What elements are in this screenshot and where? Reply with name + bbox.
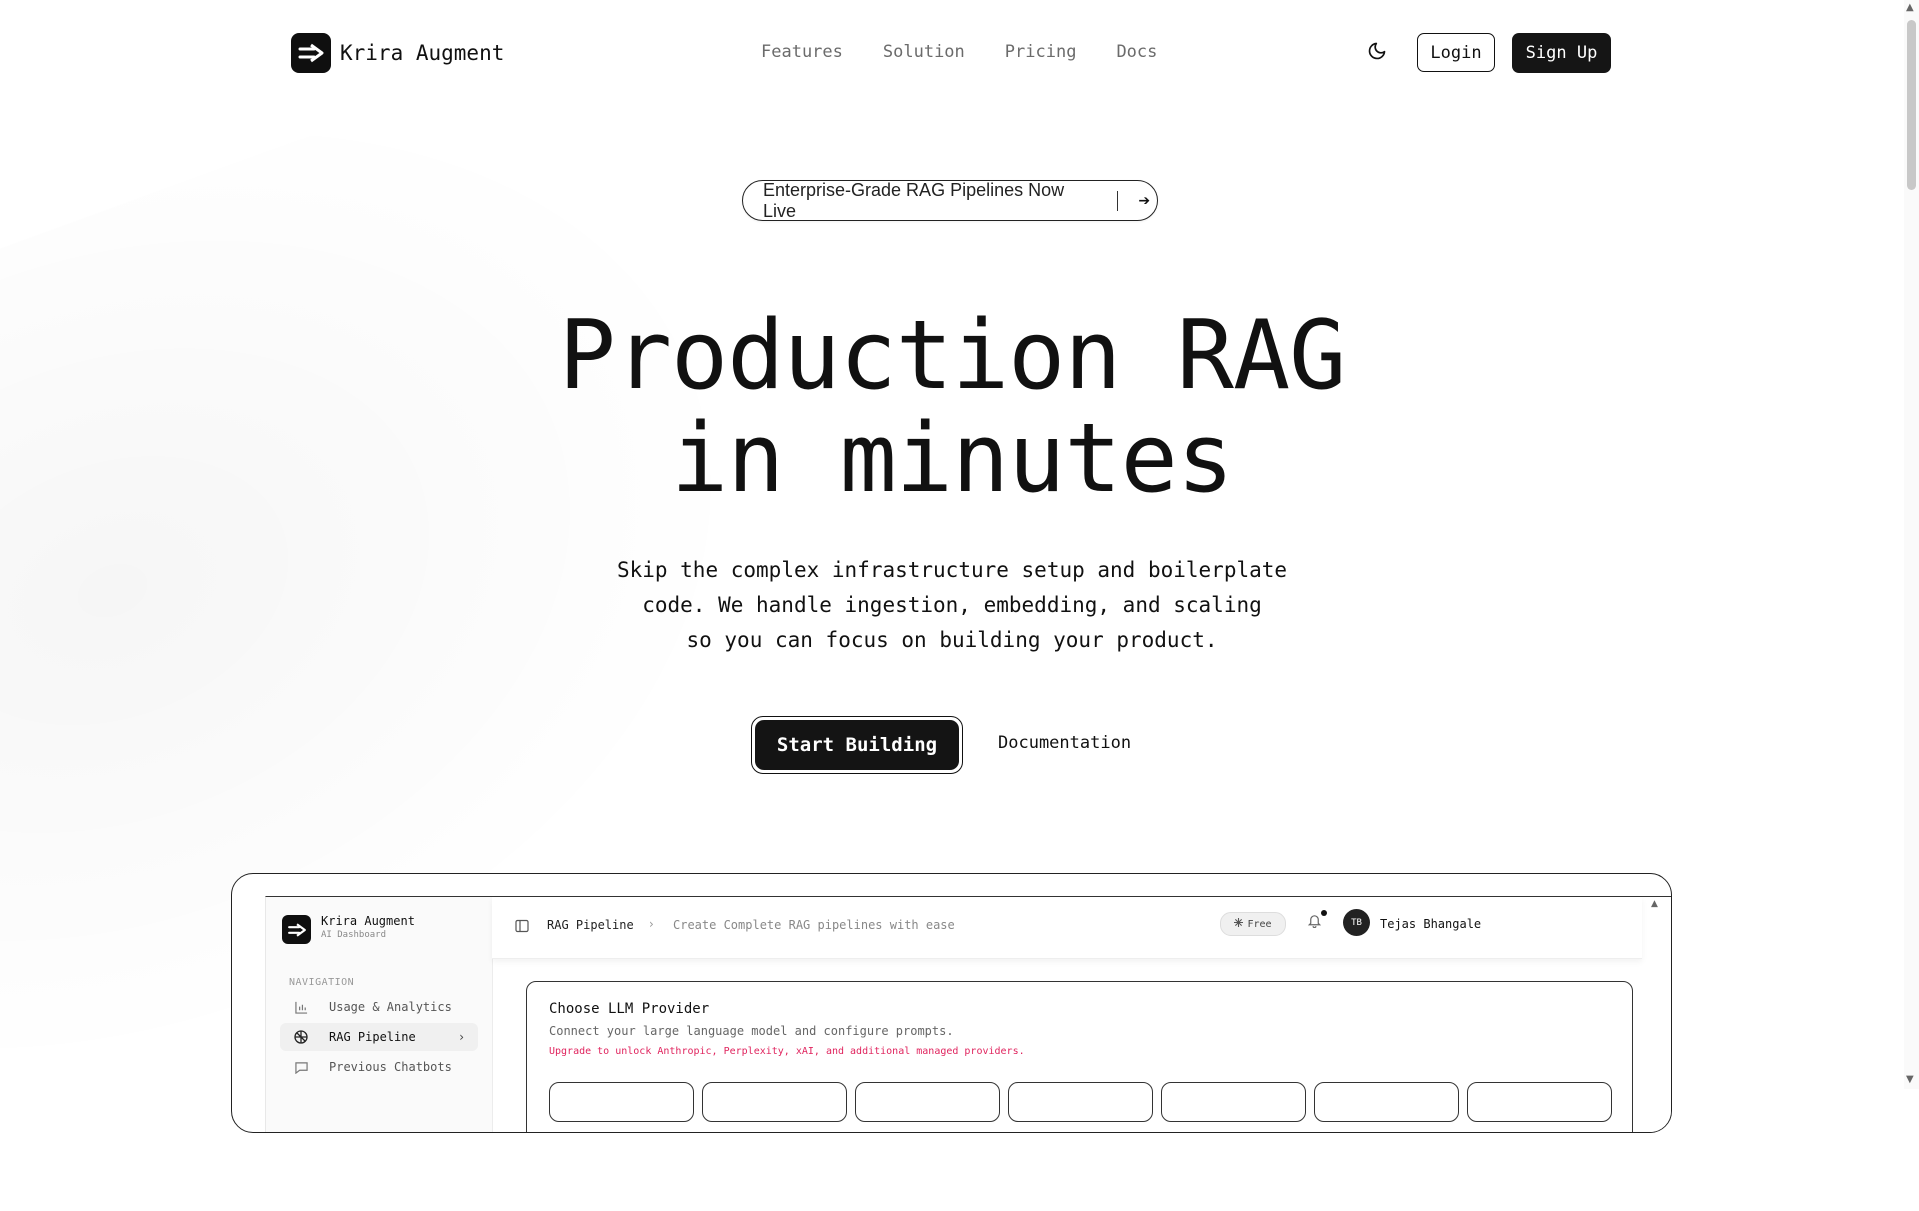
signup-button[interactable]: Sign Up [1512,33,1611,73]
nav-pricing[interactable]: Pricing [1005,42,1077,62]
hero-subtitle: Skip the complex infrastructure setup an… [602,553,1302,658]
upgrade-notice: Upgrade to unlock Anthropic, Perplexity,… [549,1046,1025,1057]
notification-dot [1321,910,1327,916]
scrollbar-thumb[interactable] [1907,20,1916,190]
hero-title: Production RAG in minutes [0,305,1904,511]
start-building-outline: Start Building [751,716,963,774]
card-title: Choose LLM Provider [549,1001,710,1017]
start-building-button[interactable]: Start Building [755,720,959,770]
sidebar-item-usage-analytics[interactable]: Usage & Analytics [280,993,478,1021]
provider-option[interactable] [549,1082,694,1122]
nav-docs[interactable]: Docs [1116,42,1157,62]
provider-option[interactable] [1314,1082,1459,1122]
hero-subtitle-line2: code. We handle ingestion, embedding, an… [642,593,1262,617]
preview-logo-icon [282,915,311,944]
provider-option[interactable] [1161,1082,1306,1122]
breadcrumb-description: Create Complete RAG pipelines with ease [673,918,955,932]
scroll-up-arrow-icon[interactable]: ▲ [1906,2,1914,13]
dashboard-preview-window: Krira Augment AI Dashboard NAVIGATION Us… [265,896,1671,1132]
hero-subtitle-line3: so you can focus on building your produc… [686,628,1218,652]
preview-brand-name: Krira Augment [321,914,415,928]
sidebar-item-label: Previous Chatbots [329,1060,452,1074]
theme-toggle-moon-icon[interactable] [1367,41,1391,65]
sidebar-item-rag-pipeline[interactable]: RAG Pipeline › [280,1023,478,1051]
provider-option[interactable] [702,1082,847,1122]
bar-chart-icon [293,999,309,1015]
provider-options [549,1082,1612,1122]
user-name[interactable]: Tejas Bhangale [1380,917,1481,931]
provider-option[interactable] [1008,1082,1153,1122]
preview-brand-sub: AI Dashboard [321,930,387,940]
pill-divider [1117,190,1119,211]
main-nav: Features Solution Pricing Docs [761,42,1197,62]
brand-name: Krira Augment [340,41,505,65]
announcement-pill[interactable]: Enterprise-Grade RAG Pipelines Now Live … [742,180,1158,221]
hero-title-line2: in minutes [671,404,1234,514]
card-description: Connect your large language model and co… [549,1024,954,1038]
hero-title-line1: Production RAG [558,301,1347,411]
arrow-right-icon[interactable]: ➔ [1131,188,1157,214]
nav-solution[interactable]: Solution [883,42,965,62]
preview-nav-label: NAVIGATION [289,977,355,988]
preview-sidebar: Krira Augment AI Dashboard NAVIGATION Us… [266,897,493,1132]
network-icon [293,1029,309,1045]
llm-provider-card: Choose LLM Provider Connect your large l… [526,981,1633,1132]
breadcrumb-chevron-icon: › [649,917,654,931]
scroll-down-arrow-icon[interactable]: ▼ [1906,1074,1914,1085]
brand[interactable]: Krira Augment [291,33,504,73]
preview-topbar: RAG Pipeline › Create Complete RAG pipel… [492,897,1642,959]
provider-option[interactable] [1467,1082,1612,1122]
hero-subtitle-line1: Skip the complex infrastructure setup an… [616,558,1288,582]
nav-features[interactable]: Features [761,42,843,62]
provider-option[interactable] [855,1082,1000,1122]
sidebar-item-label: RAG Pipeline [329,1030,416,1044]
preview-scroll-up-icon[interactable]: ▲ [1651,899,1658,909]
avatar[interactable]: TB [1343,909,1370,936]
documentation-link[interactable]: Documentation [998,733,1131,753]
breadcrumb-current[interactable]: RAG Pipeline [547,918,634,932]
logo-icon [291,33,331,73]
dashboard-preview: Krira Augment AI Dashboard NAVIGATION Us… [231,873,1672,1133]
plan-badge[interactable]: Free [1220,912,1286,936]
sidebar-toggle-icon[interactable] [515,918,531,934]
announcement-text: Enterprise-Grade RAG Pipelines Now Live [763,179,1065,221]
sidebar-item-previous-chatbots[interactable]: Previous Chatbots [280,1053,478,1081]
chevron-right-icon: › [459,1030,464,1044]
login-button[interactable]: Login [1417,33,1495,72]
sparkle-icon [1234,918,1244,930]
sidebar-item-label: Usage & Analytics [329,1000,452,1014]
plan-badge-label: Free [1247,918,1272,930]
chat-icon [293,1059,309,1075]
